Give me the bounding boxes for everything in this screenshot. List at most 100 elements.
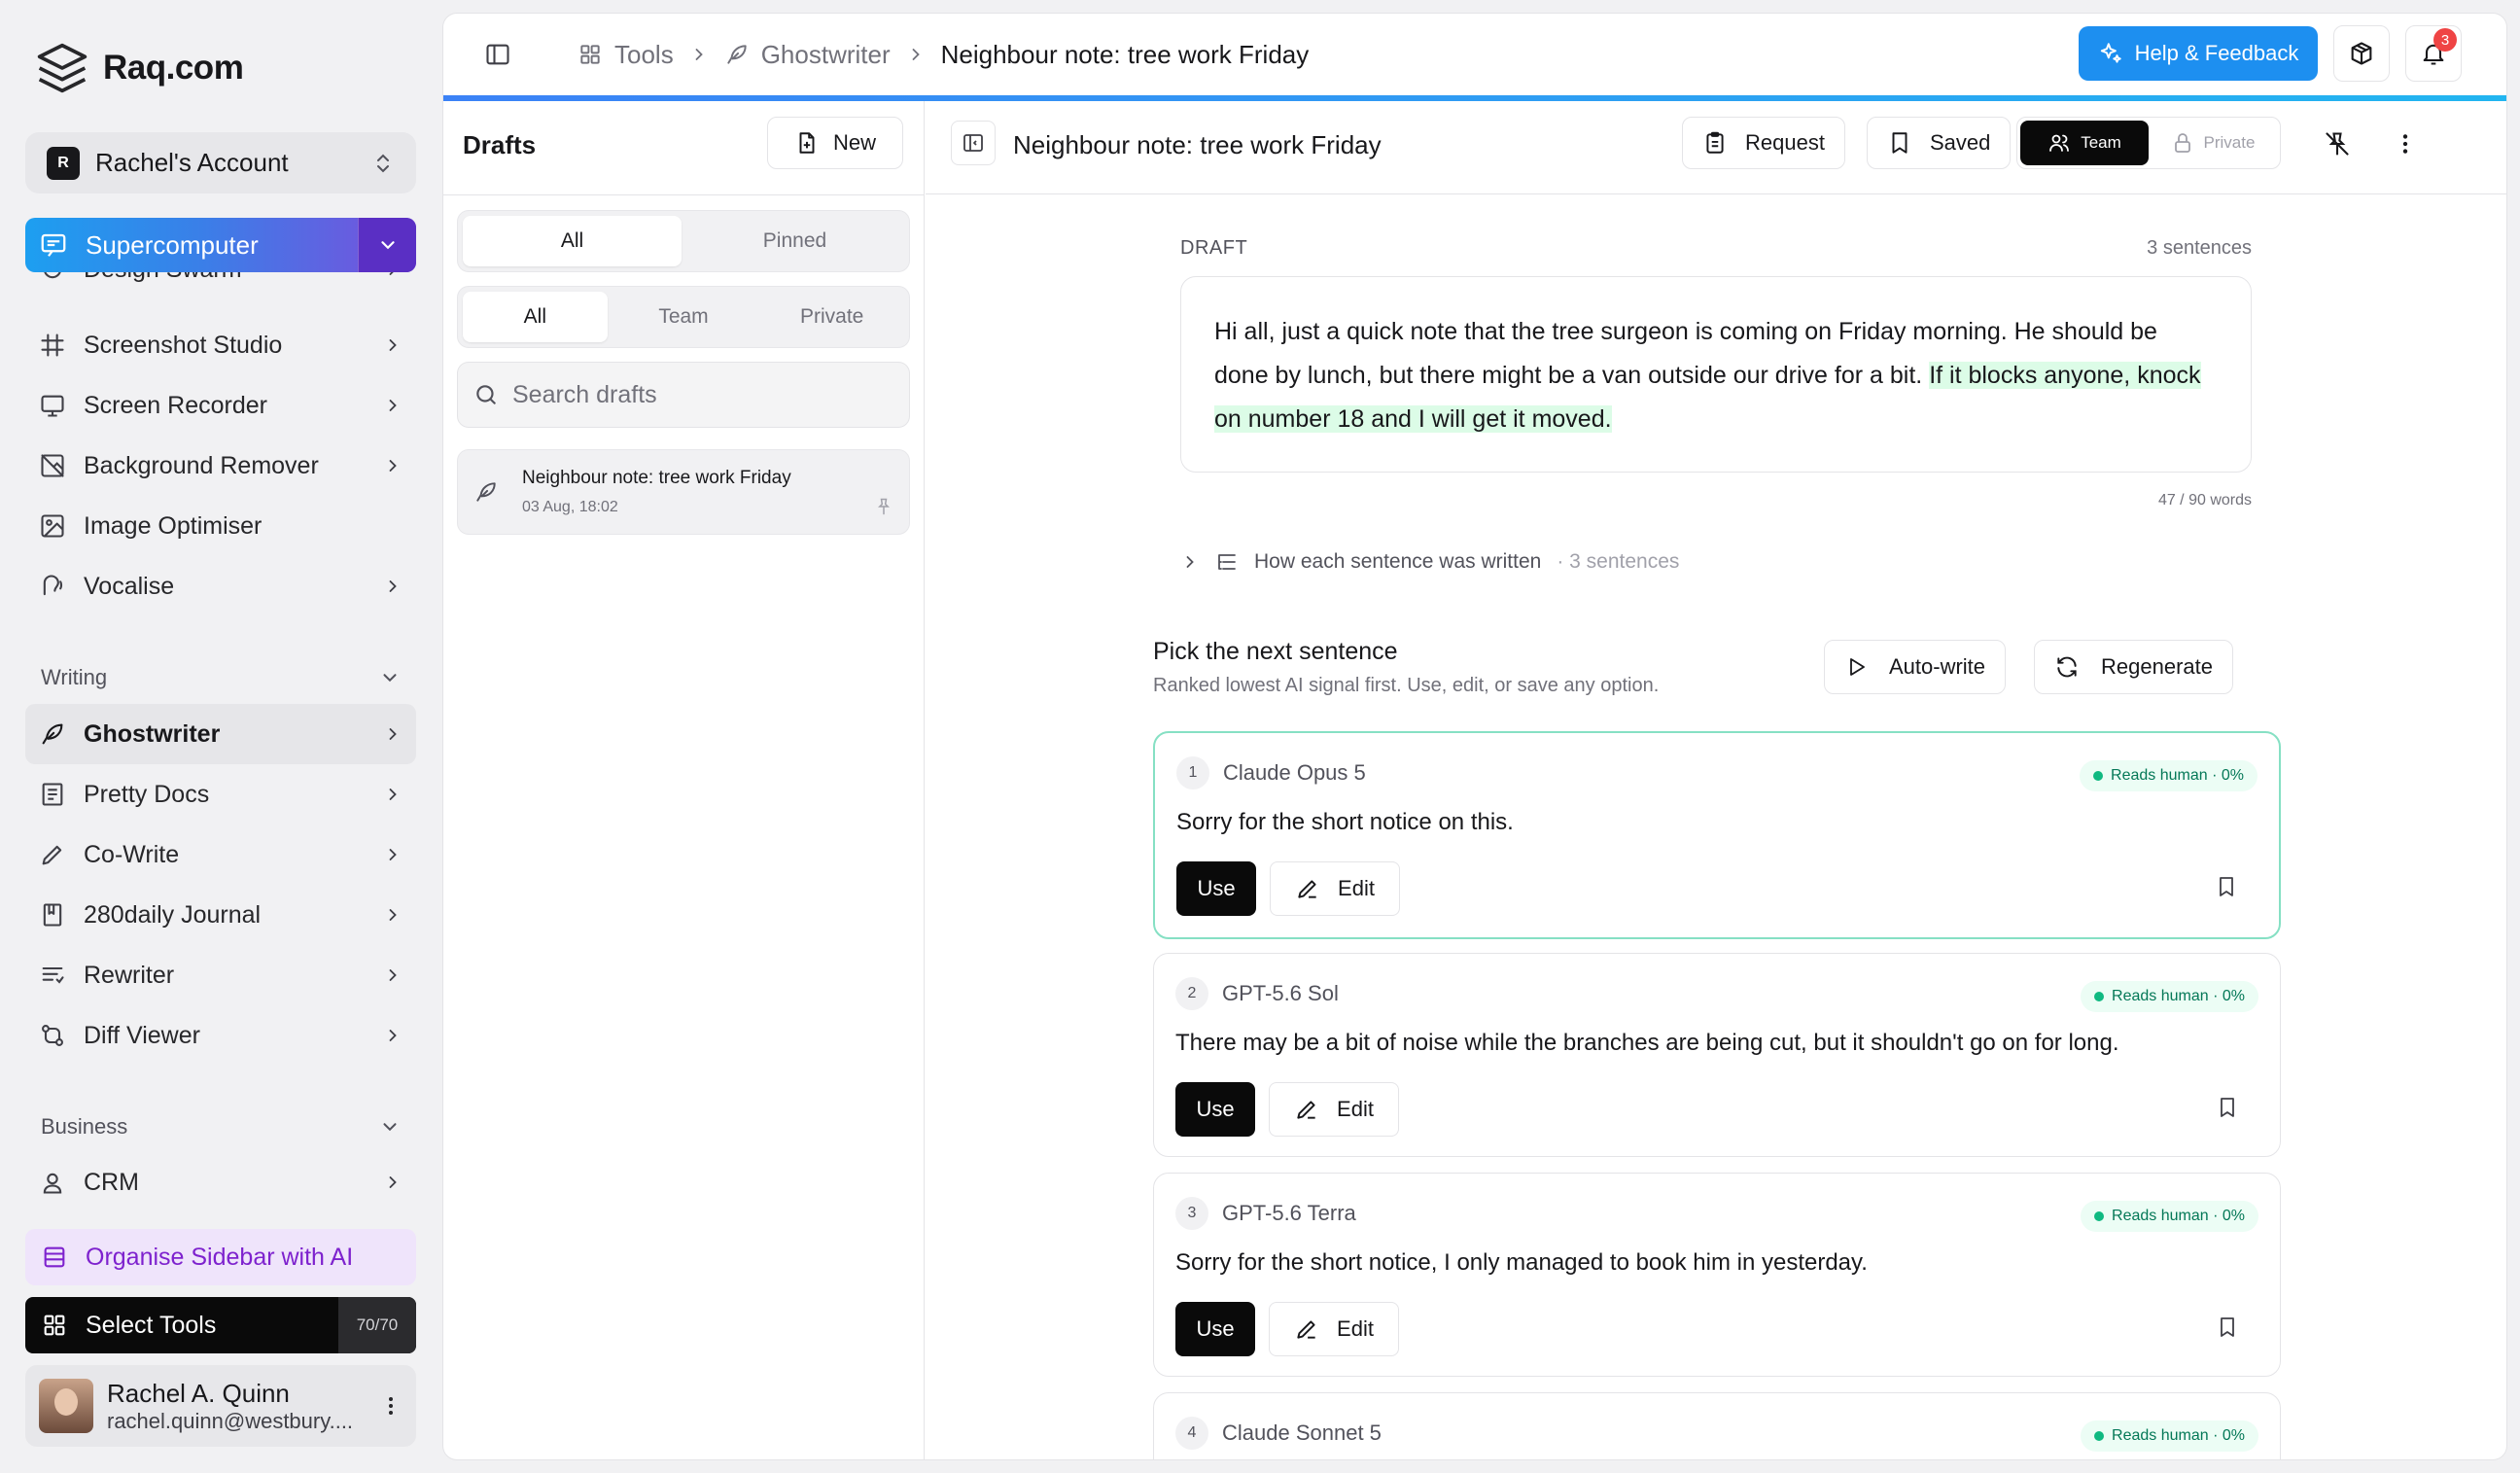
image-off-icon <box>39 452 66 479</box>
more-vertical-icon[interactable] <box>379 1394 402 1418</box>
sparkles-icon <box>2098 41 2123 66</box>
option-card[interactable]: 2 GPT-5.6 Sol Reads human · 0% There may… <box>1153 953 2281 1157</box>
sidebar-item-pretty-docs[interactable]: Pretty Docs <box>25 764 416 824</box>
option-card[interactable]: 3 GPT-5.6 Terra Reads human · 0% Sorry f… <box>1153 1173 2281 1377</box>
sidebar-item-label: Image Optimiser <box>84 511 262 540</box>
filter-all-pinned: All Pinned <box>457 210 910 272</box>
section-business-title: Business <box>41 1114 128 1139</box>
brand[interactable]: Raq.com <box>35 39 244 97</box>
visibility-private[interactable]: Private <box>2149 121 2277 165</box>
sidebar-item-co-write[interactable]: Co-Write <box>25 824 416 885</box>
visibility-private-label: Private <box>2203 133 2256 152</box>
edit-button[interactable]: Edit <box>1270 861 1400 916</box>
sidebar-item-ghostwriter[interactable]: Ghostwriter <box>25 704 416 764</box>
monitor-icon <box>39 392 66 419</box>
sidebar-item-diff-viewer[interactable]: Diff Viewer <box>25 1005 416 1066</box>
diff-icon <box>39 1022 66 1049</box>
sidebar-item-design-swarm[interactable]: Design Swarm <box>25 272 416 298</box>
sidebar-item-rewriter[interactable]: Rewriter <box>25 945 416 1005</box>
main-window: Tools Ghostwriter Neighbour note: tree w… <box>443 14 2506 1459</box>
search-input[interactable] <box>512 380 893 409</box>
bookmark-icon[interactable] <box>2216 1096 2239 1124</box>
extensions-button[interactable] <box>2333 25 2390 82</box>
notification-count: 3 <box>2433 28 2457 52</box>
package-icon <box>2348 40 2375 67</box>
section-business-header[interactable]: Business <box>41 1114 401 1140</box>
pin-icon[interactable] <box>874 497 893 516</box>
filter-visibility-all[interactable]: All <box>463 292 608 342</box>
bookmark-icon <box>1887 130 1912 156</box>
pen-icon <box>1295 876 1320 901</box>
use-button[interactable]: Use <box>1175 1302 1255 1356</box>
breadcrumb-tools[interactable]: Tools <box>578 40 674 70</box>
use-button[interactable]: Use <box>1175 1082 1255 1137</box>
filter-visibility-private[interactable]: Private <box>759 292 904 342</box>
account-switcher[interactable]: R Rachel's Account <box>25 132 416 193</box>
filter-visibility: All Team Private <box>457 286 910 348</box>
option-sentence: Sorry for the short notice, I only manag… <box>1175 1249 1868 1276</box>
filter-all[interactable]: All <box>463 216 682 266</box>
section-writing-header[interactable]: Writing <box>41 665 401 690</box>
status-badge-text: Reads human · 0% <box>2111 767 2244 784</box>
bookmark-icon[interactable] <box>2216 1315 2239 1344</box>
option-sentence: There may be a bit of noise while the br… <box>1175 1030 2119 1056</box>
new-draft-button[interactable]: New <box>767 117 903 169</box>
list-item[interactable]: Neighbour note: tree work Friday 03 Aug,… <box>457 449 910 535</box>
sidebar-item-280daily-journal[interactable]: 280daily Journal <box>25 885 416 945</box>
collapse-drafts-button[interactable] <box>951 121 996 165</box>
sidebar-toggle-icon[interactable] <box>484 41 511 68</box>
option-model: GPT-5.6 Terra <box>1222 1201 1356 1225</box>
journal-icon <box>39 901 66 929</box>
bookmark-icon[interactable] <box>2215 875 2238 903</box>
nav-item-partial[interactable]: Design Swarm <box>25 272 416 298</box>
visibility-team[interactable]: Team <box>2020 121 2149 165</box>
chevron-right-icon <box>383 272 402 279</box>
chevron-down-icon <box>379 667 401 688</box>
sidebar-item-label: 280daily Journal <box>84 900 262 929</box>
status-badge-text: Reads human · 0% <box>2112 988 2245 1004</box>
supercomputer-dropdown[interactable] <box>358 218 416 272</box>
avatar <box>39 1379 93 1433</box>
status-dot <box>2094 992 2105 1001</box>
regenerate-button[interactable]: Regenerate <box>2034 640 2233 694</box>
sidebar-item-screen-recorder[interactable]: Screen Recorder <box>25 375 416 436</box>
writing-nav: Ghostwriter Pretty Docs Co-Write 280dail… <box>25 704 416 1066</box>
option-number: 2 <box>1175 977 1208 1010</box>
chevron-right-icon <box>383 724 402 744</box>
option-card[interactable]: 4 Claude Sonnet 5 Reads human · 0% <box>1153 1392 2281 1459</box>
more-vertical-icon[interactable] <box>2384 123 2427 165</box>
option-model: Claude Opus 5 <box>1223 760 1366 785</box>
saved-button[interactable]: Saved <box>1867 117 2012 169</box>
filter-visibility-team[interactable]: Team <box>612 292 756 342</box>
edit-button[interactable]: Edit <box>1269 1082 1399 1137</box>
sidebar-item-label: Diff Viewer <box>84 1021 200 1049</box>
pin-off-icon[interactable] <box>2316 123 2359 165</box>
lock-icon <box>2171 131 2194 155</box>
use-button[interactable]: Use <box>1176 861 1256 916</box>
auto-write-button[interactable]: Auto-write <box>1824 640 2007 694</box>
option-card[interactable]: 1 Claude Opus 5 Reads human · 0% Sorry f… <box>1153 731 2281 939</box>
sidebar-item-background-remover[interactable]: Background Remover <box>25 436 416 496</box>
user-card[interactable]: Rachel A. Quinn rachel.quinn@westbury...… <box>25 1365 416 1447</box>
edit-button[interactable]: Edit <box>1269 1302 1399 1356</box>
sidebar-item-crm[interactable]: CRM <box>25 1152 416 1212</box>
breadcrumb-ghostwriter[interactable]: Ghostwriter <box>724 40 891 70</box>
supercomputer-button[interactable]: Supercomputer <box>25 218 416 272</box>
sidebar-item-image-optimiser[interactable]: Image Optimiser <box>25 496 416 556</box>
help-feedback-button[interactable]: Help & Feedback <box>2079 26 2318 81</box>
edit-label: Edit <box>1337 1316 1374 1341</box>
filter-pinned[interactable]: Pinned <box>685 216 904 266</box>
sidebar-item-screenshot-studio[interactable]: Screenshot Studio <box>25 315 416 375</box>
sidebar-item-vocalise[interactable]: Vocalise <box>25 556 416 616</box>
option-number: 4 <box>1175 1417 1208 1450</box>
breadcrumb-current: Neighbour note: tree work Friday <box>940 39 1310 69</box>
organise-sidebar-button[interactable]: Organise Sidebar with AI <box>25 1229 416 1285</box>
pick-subtitle: Ranked lowest AI signal first. Use, edit… <box>1153 675 1660 696</box>
word-count: 47 / 90 words <box>2157 492 2252 509</box>
sentence-history-toggle[interactable]: How each sentence was written · 3 senten… <box>1180 550 1679 574</box>
select-tools-button[interactable]: Select Tools 70/70 <box>25 1297 416 1353</box>
chevron-right-icon <box>383 335 402 355</box>
request-button[interactable]: Request <box>1682 117 1845 169</box>
draft-text-area[interactable]: Hi all, just a quick note that the tree … <box>1180 276 2252 473</box>
notifications-button[interactable]: 3 <box>2405 25 2462 82</box>
